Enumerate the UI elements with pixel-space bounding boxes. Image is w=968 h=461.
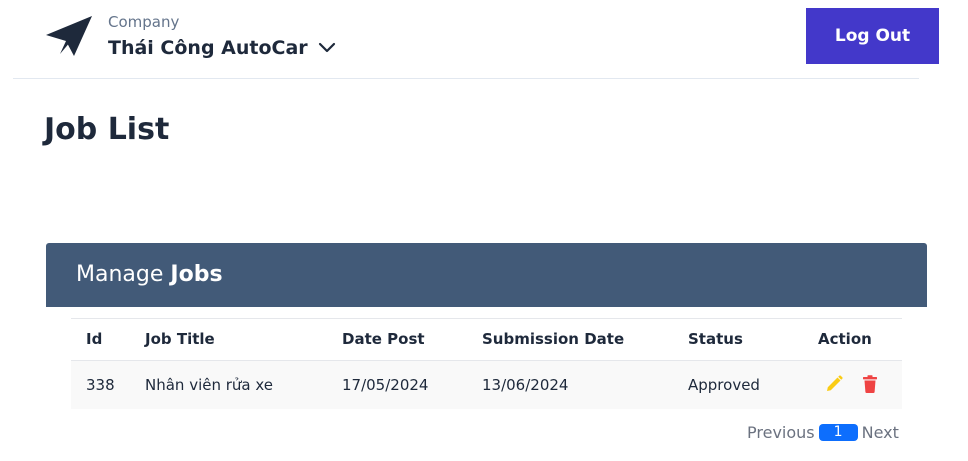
company-label: Company <box>108 13 180 31</box>
col-header-job-title: Job Title <box>145 330 215 348</box>
trash-icon[interactable] <box>860 374 880 394</box>
chevron-down-icon[interactable] <box>318 41 336 55</box>
company-dropdown[interactable]: Thái Công AutoCar <box>108 36 336 60</box>
paper-plane-icon[interactable] <box>44 14 94 58</box>
page-title: Job List <box>44 112 170 147</box>
panel-title: Manage Jobs <box>76 261 223 289</box>
cell-date-post: 17/05/2024 <box>342 376 429 394</box>
table-header-row: Id Job Title Date Post Submission Date S… <box>71 319 902 361</box>
col-header-status: Status <box>688 330 743 348</box>
pencil-icon[interactable] <box>824 374 844 394</box>
cell-id: 338 <box>86 376 115 394</box>
panel-title-bold: Jobs <box>170 262 223 287</box>
pagination: Previous 1 Next <box>747 423 899 442</box>
header-divider <box>13 78 919 79</box>
panel-title-prefix: Manage <box>76 262 171 287</box>
manage-jobs-header: Manage Jobs <box>46 243 927 307</box>
col-header-submission-date: Submission Date <box>482 330 625 348</box>
top-header: Company Thái Công AutoCar Log Out <box>0 0 968 80</box>
col-header-date-post: Date Post <box>342 330 425 348</box>
company-name: Thái Công AutoCar <box>108 37 308 59</box>
col-header-id: Id <box>86 330 103 348</box>
cell-submission-date: 13/06/2024 <box>482 376 569 394</box>
pagination-next[interactable]: Next <box>862 423 899 442</box>
cell-job-title: Nhân viên rửa xe <box>145 376 274 394</box>
col-header-action: Action <box>818 330 872 348</box>
pagination-previous[interactable]: Previous <box>747 423 815 442</box>
jobs-table: Id Job Title Date Post Submission Date S… <box>71 318 902 409</box>
logout-button[interactable]: Log Out <box>806 8 939 64</box>
pagination-page-1[interactable]: 1 <box>818 424 858 441</box>
cell-status: Approved <box>688 376 760 394</box>
company-selector[interactable]: Company Thái Công AutoCar <box>108 12 336 60</box>
table-row: 338 Nhân viên rửa xe 17/05/2024 13/06/20… <box>71 361 902 409</box>
